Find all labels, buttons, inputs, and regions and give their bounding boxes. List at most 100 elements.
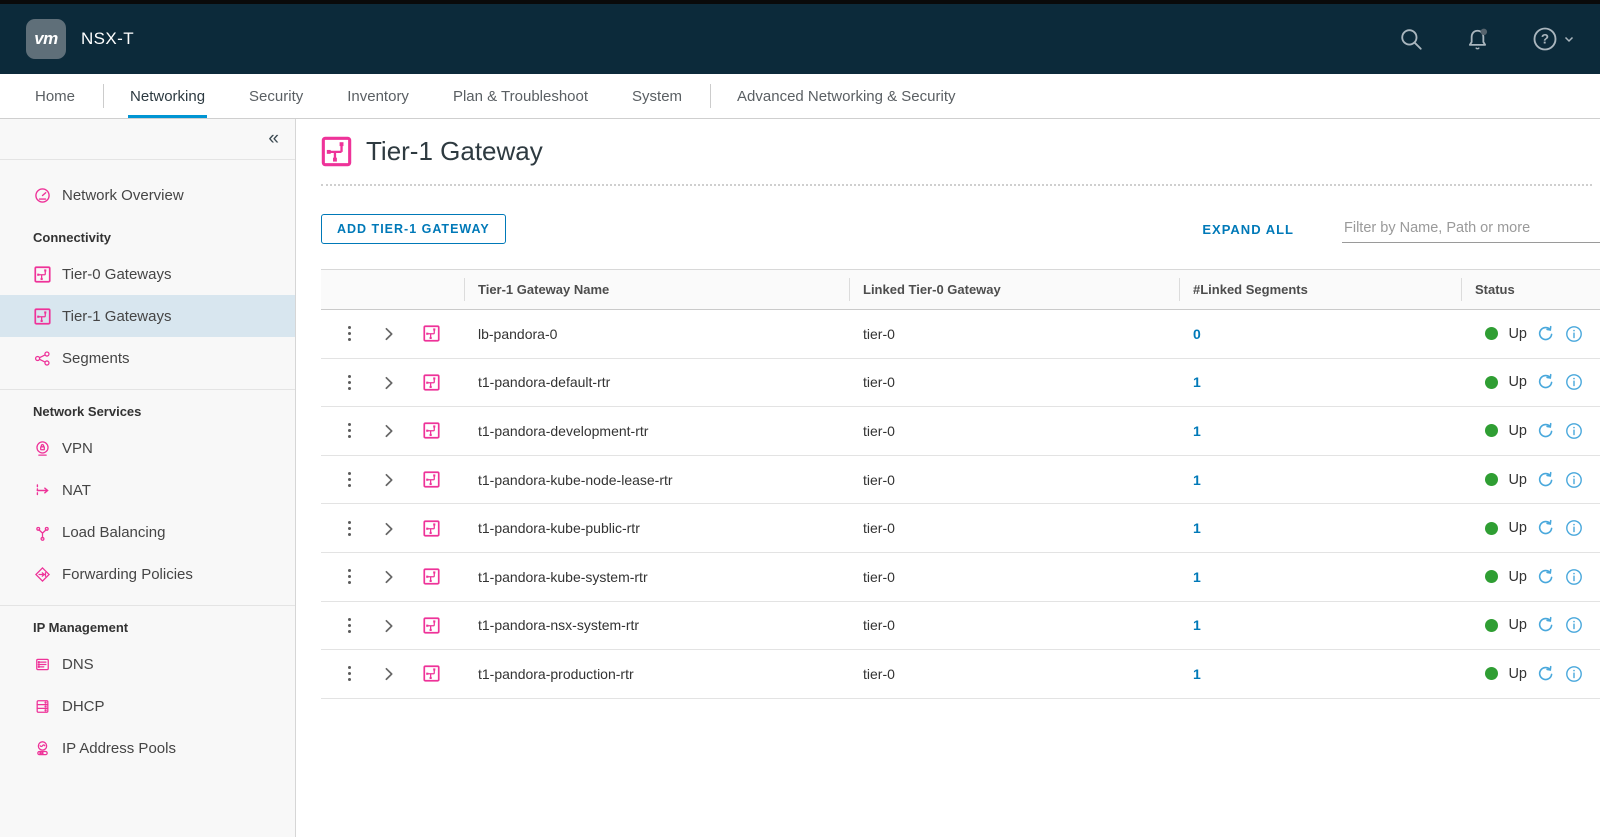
row-expand-chevron-icon[interactable]: [380, 568, 397, 585]
row-name: t1-pandora-production-rtr: [464, 666, 849, 682]
forwarding-policies-icon: [33, 565, 51, 583]
row-status-label: Up: [1508, 569, 1527, 585]
row-segments-link[interactable]: 1: [1193, 520, 1201, 536]
sidebar-item-dhcp[interactable]: DHCP: [0, 685, 295, 727]
sidebar-section-network-services: Network Services: [0, 390, 295, 427]
tier1-gateway-page-icon: [321, 136, 352, 167]
gateways-table: Tier-1 Gateway Name Linked Tier-0 Gatewa…: [321, 269, 1600, 699]
refresh-status-icon[interactable]: [1537, 568, 1555, 586]
row-status-label: Up: [1508, 666, 1527, 682]
tab-home[interactable]: Home: [33, 74, 77, 118]
tab-inventory[interactable]: Inventory: [345, 74, 411, 118]
row-menu-kebab-icon[interactable]: [345, 420, 354, 441]
tab-advanced-networking-security[interactable]: Advanced Networking & Security: [735, 74, 957, 118]
search-icon[interactable]: [1398, 26, 1424, 52]
row-menu-kebab-icon[interactable]: [345, 323, 354, 344]
column-header-status: Status: [1461, 270, 1600, 309]
row-linked: tier-0: [849, 472, 1179, 488]
ip-address-pools-icon: [33, 739, 51, 757]
row-expand-chevron-icon[interactable]: [380, 471, 397, 488]
row-menu-kebab-icon[interactable]: [345, 469, 354, 490]
sidebar-section-connectivity: Connectivity: [0, 216, 295, 253]
sidebar-item-tier0-gateways[interactable]: Tier-0 Gateways: [0, 253, 295, 295]
row-name: t1-pandora-kube-system-rtr: [464, 569, 849, 585]
row-status-label: Up: [1508, 617, 1527, 633]
sidebar-item-label: IP Address Pools: [62, 740, 176, 757]
row-expand-chevron-icon[interactable]: [380, 520, 397, 537]
info-icon[interactable]: [1565, 422, 1583, 440]
tab-system[interactable]: System: [630, 74, 684, 118]
refresh-status-icon[interactable]: [1537, 373, 1555, 391]
tier1-gateway-row-icon: [423, 617, 440, 634]
info-icon[interactable]: [1565, 325, 1583, 343]
filter-input[interactable]: [1342, 216, 1600, 243]
sidebar-item-segments[interactable]: Segments: [0, 337, 295, 379]
row-segments-link[interactable]: 1: [1193, 374, 1201, 390]
info-icon[interactable]: [1565, 373, 1583, 391]
refresh-status-icon[interactable]: [1537, 519, 1555, 537]
sidebar-collapse-icon[interactable]: «: [268, 126, 279, 152]
row-status-label: Up: [1508, 374, 1527, 390]
sidebar-item-nat[interactable]: NAT: [0, 469, 295, 511]
main-content: Tier-1 Gateway ADD TIER-1 GATEWAY EXPAND…: [296, 119, 1600, 837]
refresh-status-icon[interactable]: [1537, 616, 1555, 634]
sidebar-item-network-overview[interactable]: Network Overview: [0, 174, 295, 216]
row-segments-link[interactable]: 1: [1193, 617, 1201, 633]
row-menu-kebab-icon[interactable]: [345, 566, 354, 587]
row-expand-chevron-icon[interactable]: [380, 665, 397, 682]
info-icon[interactable]: [1565, 471, 1583, 489]
status-up-dot: [1485, 619, 1498, 632]
tab-networking[interactable]: Networking: [128, 74, 207, 118]
row-segments-link[interactable]: 1: [1193, 423, 1201, 439]
tier1-gateway-row-icon: [423, 374, 440, 391]
sidebar-item-dns[interactable]: DNS: [0, 643, 295, 685]
tab-plan-troubleshoot[interactable]: Plan & Troubleshoot: [451, 74, 590, 118]
dns-icon: [33, 655, 51, 673]
add-tier1-gateway-button[interactable]: ADD TIER-1 GATEWAY: [321, 214, 506, 244]
row-menu-kebab-icon[interactable]: [345, 518, 354, 539]
refresh-status-icon[interactable]: [1537, 422, 1555, 440]
row-expand-chevron-icon[interactable]: [380, 325, 397, 342]
refresh-status-icon[interactable]: [1537, 325, 1555, 343]
info-icon[interactable]: [1565, 519, 1583, 537]
column-header-name: Tier-1 Gateway Name: [464, 270, 849, 309]
vpn-icon: [33, 439, 51, 457]
row-expand-chevron-icon[interactable]: [380, 374, 397, 391]
sidebar-item-vpn[interactable]: VPN: [0, 427, 295, 469]
sidebar-item-tier1-gateways[interactable]: Tier-1 Gateways: [0, 295, 295, 337]
table-row: lb-pandora-0 tier-0 0 Up: [321, 310, 1600, 359]
help-menu[interactable]: ?: [1531, 25, 1574, 53]
row-segments-link[interactable]: 1: [1193, 472, 1201, 488]
dotted-separator: [321, 184, 1592, 186]
row-menu-kebab-icon[interactable]: [345, 615, 354, 636]
row-segments-link[interactable]: 0: [1193, 326, 1201, 342]
tier1-gateway-row-icon: [423, 471, 440, 488]
row-linked: tier-0: [849, 569, 1179, 585]
tab-security[interactable]: Security: [247, 74, 305, 118]
status-up-dot: [1485, 424, 1498, 437]
table-row: t1-pandora-nsx-system-rtr tier-0 1 Up: [321, 602, 1600, 651]
vmware-logo: vm: [26, 19, 66, 59]
row-expand-chevron-icon[interactable]: [380, 617, 397, 634]
row-linked: tier-0: [849, 666, 1179, 682]
row-segments-link[interactable]: 1: [1193, 666, 1201, 682]
refresh-status-icon[interactable]: [1537, 665, 1555, 683]
row-menu-kebab-icon[interactable]: [345, 372, 354, 393]
sidebar-section-ip-management: IP Management: [0, 606, 295, 643]
row-menu-kebab-icon[interactable]: [345, 663, 354, 684]
info-icon[interactable]: [1565, 568, 1583, 586]
row-expand-chevron-icon[interactable]: [380, 422, 397, 439]
sidebar-item-label: DNS: [62, 656, 94, 673]
refresh-status-icon[interactable]: [1537, 471, 1555, 489]
sidebar-item-load-balancing[interactable]: Load Balancing: [0, 511, 295, 553]
expand-all-button[interactable]: EXPAND ALL: [1202, 222, 1294, 237]
info-icon[interactable]: [1565, 665, 1583, 683]
nav-divider: [103, 84, 104, 108]
notifications-bell-icon[interactable]: [1464, 26, 1491, 53]
info-icon[interactable]: [1565, 616, 1583, 634]
sidebar-item-forwarding-policies[interactable]: Forwarding Policies: [0, 553, 295, 595]
sidebar-item-ip-address-pools[interactable]: IP Address Pools: [0, 727, 295, 769]
nav-divider: [710, 84, 711, 108]
row-segments-link[interactable]: 1: [1193, 569, 1201, 585]
row-linked: tier-0: [849, 326, 1179, 342]
